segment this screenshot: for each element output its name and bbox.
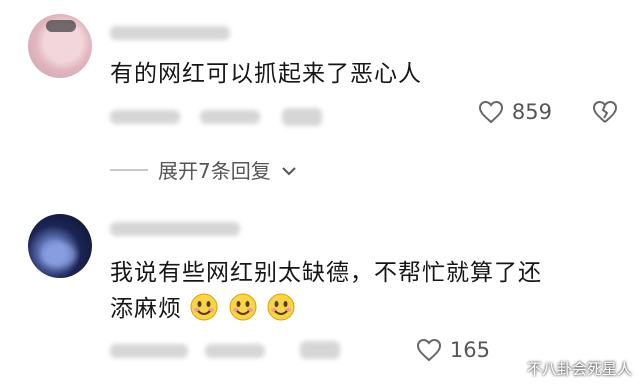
comment-actions: 859 [478, 100, 618, 124]
blurred-username [110, 222, 240, 236]
chevron-down-icon [281, 158, 297, 182]
blurred-location [205, 344, 265, 358]
comment-text: 有的网红可以抓起来了恶心人 [110, 61, 422, 87]
like-count: 165 [449, 338, 490, 362]
comment-text-line-2: 添麻烦 [110, 293, 297, 325]
comment-text-line-2-text: 添麻烦 [110, 296, 182, 322]
blurred-username [110, 26, 230, 40]
heart-icon [416, 338, 442, 362]
heart-icon [478, 100, 504, 124]
blurred-location [200, 110, 260, 124]
like-count: 859 [511, 100, 552, 124]
blurred-time [110, 110, 180, 124]
avatar[interactable] [28, 14, 92, 78]
blurred-reply [282, 108, 322, 126]
comment-actions: 165 [416, 338, 490, 362]
divider-line [110, 168, 148, 171]
expand-replies-button[interactable]: 展开7条回复 [110, 155, 297, 184]
broken-heart-icon[interactable] [592, 100, 618, 124]
watermark: 不八卦会死星人 [507, 358, 632, 379]
watermark-logo-icon [507, 359, 523, 379]
blurred-time [110, 344, 188, 358]
watermark-text: 不八卦会死星人 [526, 360, 632, 378]
comment-text-line-1: 我说有些网红别太缺德，不帮忙就算了还 [110, 260, 542, 286]
smile-emoji-icon [190, 293, 218, 321]
smile-emoji-icon [267, 293, 295, 321]
like-button[interactable]: 859 [478, 100, 552, 124]
avatar[interactable] [28, 214, 92, 278]
blurred-reply [300, 341, 340, 359]
smile-emoji-icon [229, 293, 257, 321]
expand-label: 展开7条回复 [158, 159, 271, 183]
like-button[interactable]: 165 [416, 338, 490, 362]
